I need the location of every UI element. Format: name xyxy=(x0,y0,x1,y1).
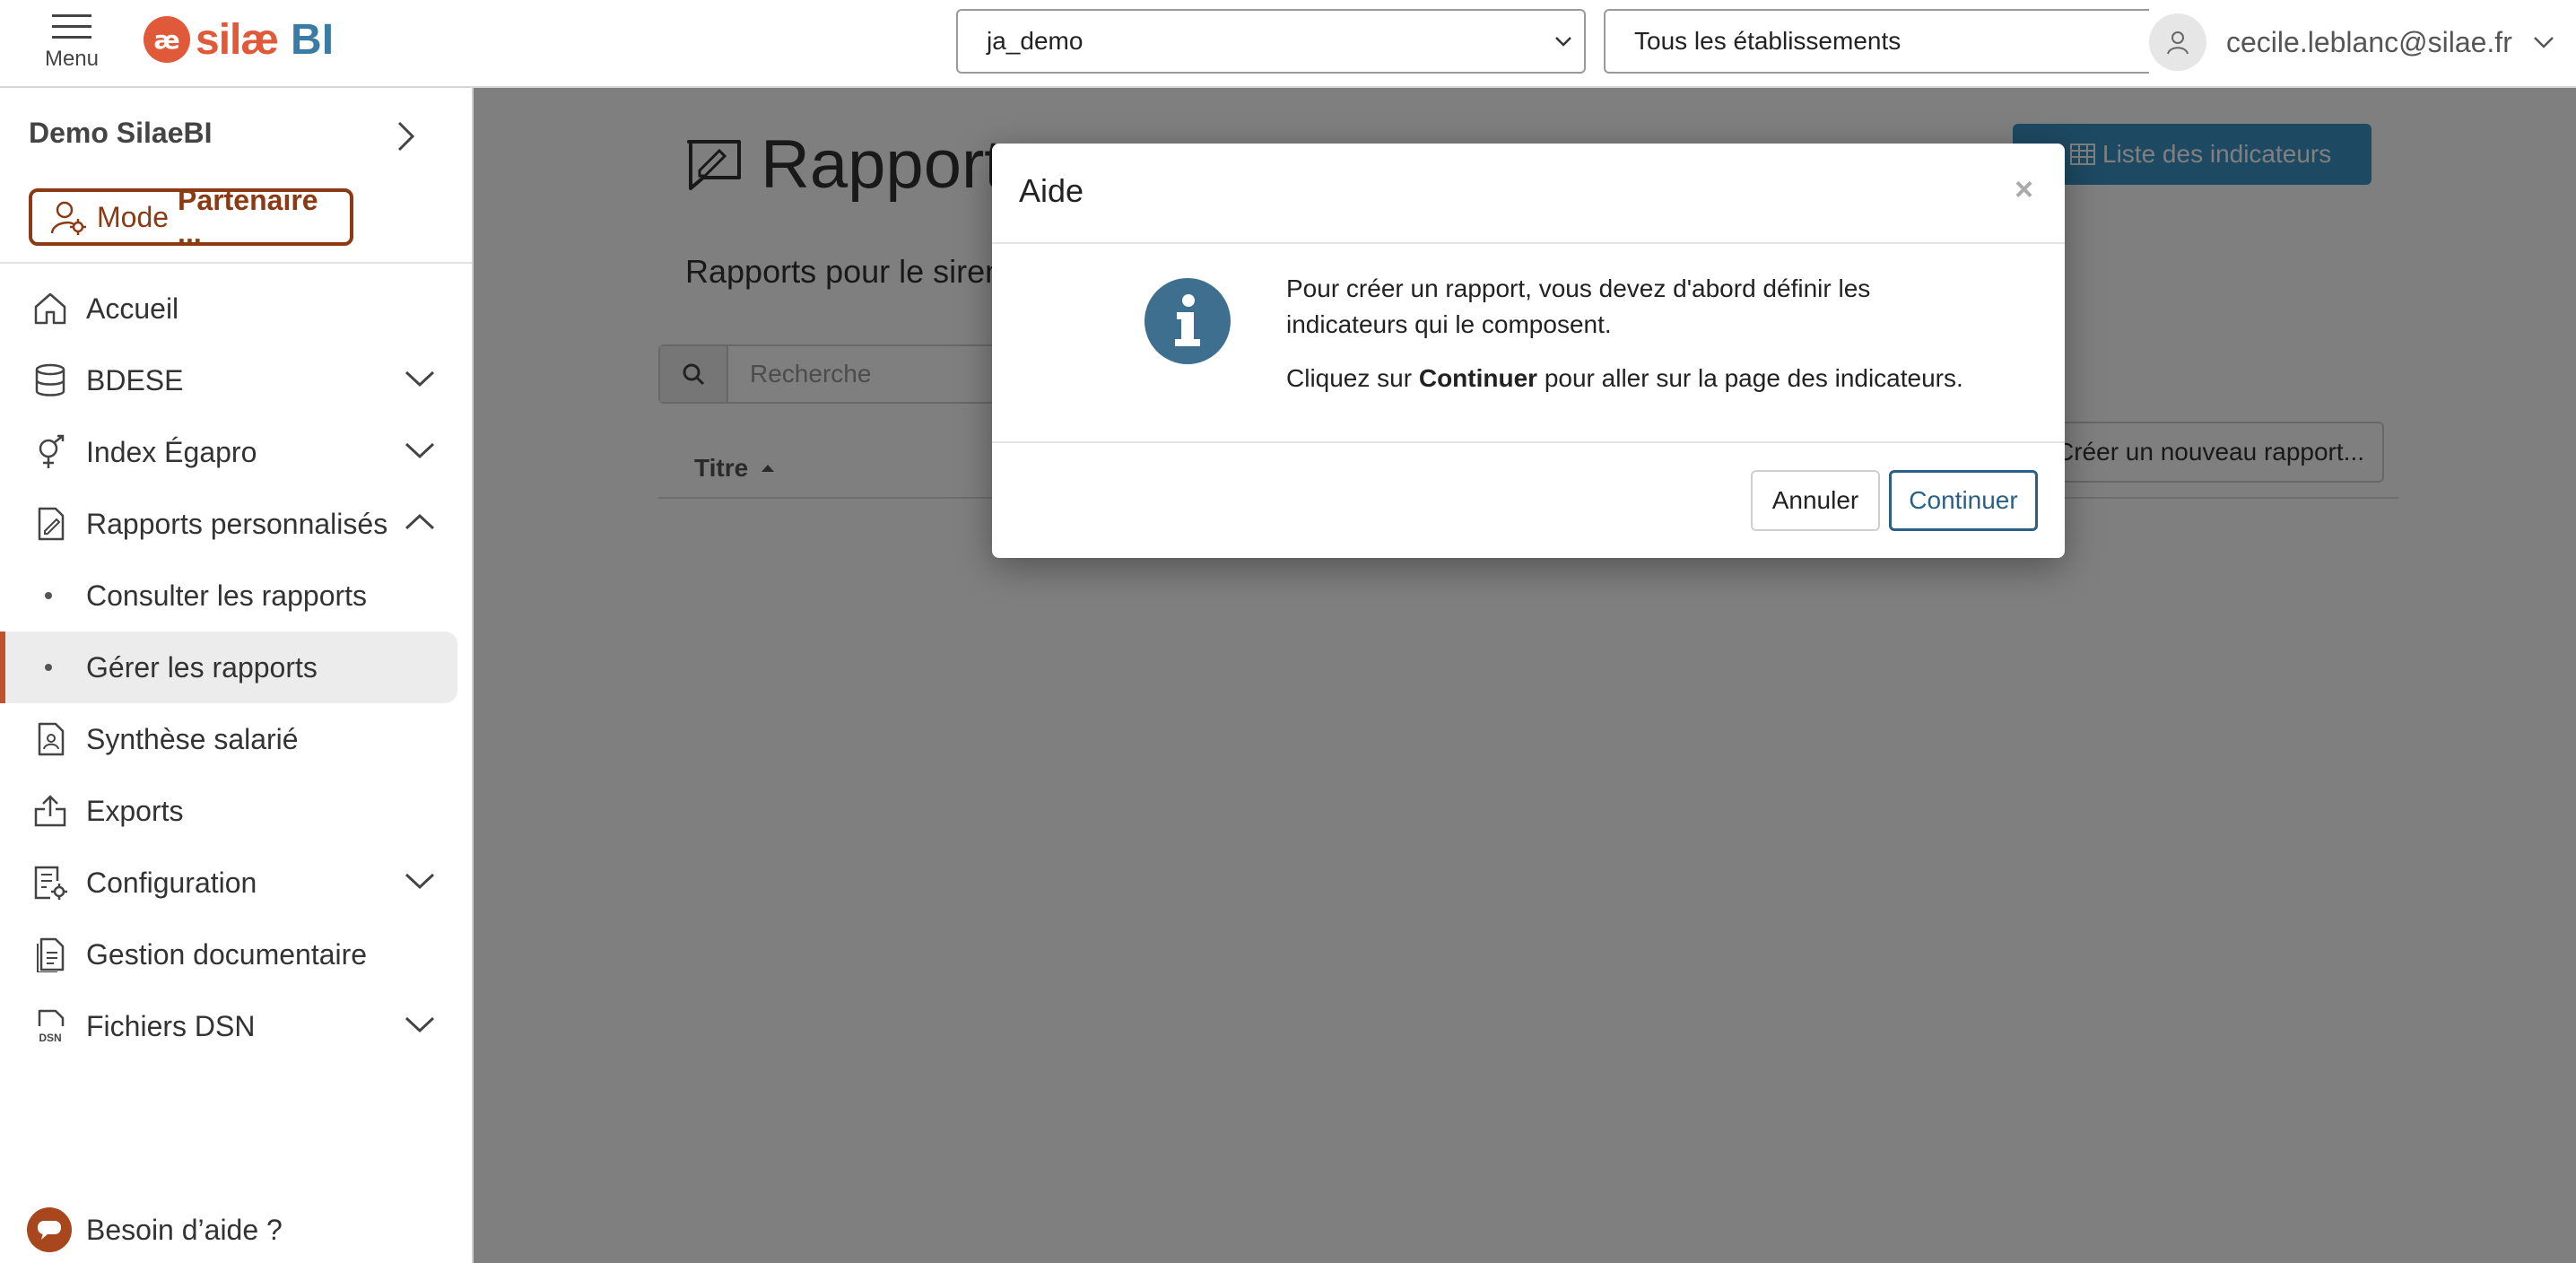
modal-title: Aide xyxy=(1019,172,1084,209)
modal-body: Pour créer un rapport, vous devez d'abor… xyxy=(1286,271,1968,396)
home-icon xyxy=(34,292,66,325)
partner-mode-button[interactable]: Mode Partenaire ... xyxy=(29,184,353,249)
organization-name: Demo SilaeBI xyxy=(29,117,213,149)
report-edit-icon xyxy=(38,507,65,541)
modal-message-2: Cliquez sur Continuer pour aller sur la … xyxy=(1286,361,1968,396)
database-select-value: ja_demo xyxy=(987,27,1083,55)
bullet-icon xyxy=(45,664,52,671)
chevron-right-icon[interactable] xyxy=(395,120,416,152)
sidebar-nav: Accueil BDESE Index Égapro Rapports pers… xyxy=(0,273,472,1062)
employee-file-icon xyxy=(38,722,65,756)
chevron-up-icon xyxy=(405,513,435,530)
sidebar-item-gestion-documentaire[interactable]: Gestion documentaire xyxy=(0,919,472,990)
modal-header: Aide × xyxy=(992,144,2065,244)
chevron-down-icon xyxy=(405,370,435,388)
establishment-select[interactable]: Tous les établissements xyxy=(1604,9,2160,74)
logo-suffix: BI xyxy=(291,15,335,64)
menu-button[interactable]: Menu xyxy=(36,13,108,77)
chevron-down-icon xyxy=(2533,37,2554,48)
sidebar-item-rapports-personnalises[interactable]: Rapports personnalisés xyxy=(0,488,472,560)
bullet-icon xyxy=(45,592,52,599)
upload-icon xyxy=(34,795,66,827)
cancel-button[interactable]: Annuler xyxy=(1751,470,1880,531)
sidebar-item-label: Synthèse salarié xyxy=(86,722,299,755)
sidebar-item-label: Rapports personnalisés xyxy=(86,507,388,540)
user-menu[interactable]: cecile.leblanc@silae.fr xyxy=(2149,0,2576,84)
sidebar-item-index-egapro[interactable]: Index Égapro xyxy=(0,416,472,488)
modal-message-2-prefix: Cliquez sur xyxy=(1286,364,1413,392)
sidebar-item-label: Accueil xyxy=(86,292,179,325)
sidebar-item-label: Exports xyxy=(86,794,184,827)
chevron-down-icon xyxy=(1555,37,1571,47)
continue-button[interactable]: Continuer xyxy=(1889,470,2038,531)
help-modal: Aide × Pour créer un rapport, vous devez… xyxy=(992,144,2065,558)
sidebar-item-synthese-salarie[interactable]: Synthèse salarié xyxy=(0,703,472,775)
hamburger-icon xyxy=(52,14,91,39)
sidebar-subitem-gerer-rapports[interactable]: Gérer les rapports xyxy=(0,632,457,703)
sidebar-item-label: BDESE xyxy=(86,363,184,396)
help-label: Besoin d’aide ? xyxy=(86,1213,283,1246)
menu-label: Menu xyxy=(44,47,100,71)
chevron-down-icon xyxy=(405,1016,435,1033)
help-link[interactable]: Besoin d’aide ? xyxy=(27,1207,283,1252)
sidebar-item-bdese[interactable]: BDESE xyxy=(0,344,472,416)
user-gear-icon xyxy=(50,199,86,235)
sidebar-item-label: Gestion documentaire xyxy=(86,937,368,971)
user-icon xyxy=(2167,31,2189,55)
mode-prefix: Mode xyxy=(97,200,170,233)
sidebar-item-accueil[interactable]: Accueil xyxy=(0,273,472,344)
app-logo[interactable]: æ silæ BI xyxy=(144,13,334,66)
sidebar: Demo SilaeBI Mode Partenaire ... Accueil xyxy=(0,88,474,1263)
sidebar-item-label: Gérer les rapports xyxy=(86,650,318,684)
info-icon xyxy=(1144,278,1231,364)
svg-text:DSN: DSN xyxy=(39,1032,61,1044)
establishment-select-value: Tous les établissements xyxy=(1634,27,1902,55)
avatar xyxy=(2149,13,2206,71)
sidebar-item-label: Fichiers DSN xyxy=(86,1009,256,1042)
modal-footer-divider xyxy=(992,441,2065,443)
chevron-down-icon xyxy=(405,873,435,890)
sidebar-item-configuration[interactable]: Configuration xyxy=(0,847,472,919)
sidebar-divider xyxy=(0,262,472,264)
top-bar: Menu æ silæ BI ja_demo Tous les établiss… xyxy=(0,0,2576,88)
sidebar-item-label: Consulter les rapports xyxy=(86,579,368,612)
modal-message-2-bold: Continuer xyxy=(1418,364,1538,392)
logo-name: silæ xyxy=(196,15,279,64)
user-email: cecile.leblanc@silae.fr xyxy=(2226,25,2512,58)
database-select[interactable]: ja_demo xyxy=(956,9,1586,74)
config-icon xyxy=(34,866,67,900)
modal-message-1: Pour créer un rapport, vous devez d'abor… xyxy=(1286,274,1871,338)
sidebar-item-fichiers-dsn[interactable]: DSN Fichiers DSN xyxy=(0,990,472,1062)
sidebar-item-exports[interactable]: Exports xyxy=(0,775,472,847)
sidebar-item-label: Configuration xyxy=(86,866,257,899)
gender-icon xyxy=(39,434,65,468)
sidebar-subitem-consulter-rapports[interactable]: Consulter les rapports xyxy=(0,560,472,632)
database-icon xyxy=(35,363,65,396)
chevron-down-icon xyxy=(405,442,435,459)
logo-mark: æ xyxy=(144,16,190,63)
chat-bubble-icon xyxy=(27,1207,72,1252)
close-icon[interactable]: × xyxy=(2015,170,2033,208)
document-icon xyxy=(37,937,65,972)
mode-value: Partenaire ... xyxy=(178,184,318,249)
modal-message-2-suffix: pour aller sur la page des indicateurs. xyxy=(1544,364,1963,392)
sidebar-item-label: Index Égapro xyxy=(86,435,257,468)
dsn-file-icon: DSN xyxy=(38,1009,65,1044)
